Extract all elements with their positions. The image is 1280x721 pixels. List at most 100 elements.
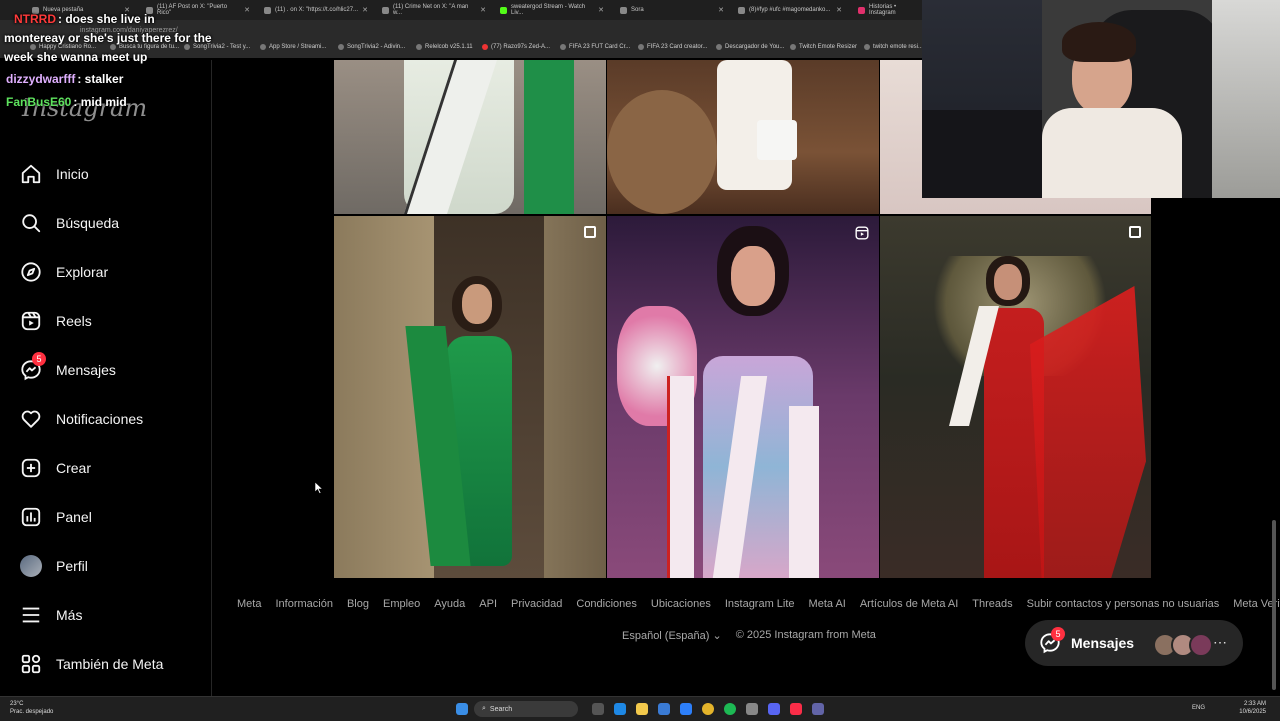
- chat-username: FanBusE60: [6, 95, 72, 109]
- language-selector[interactable]: Español (España) ⌄: [622, 629, 722, 642]
- heart-icon: [21, 410, 41, 428]
- bookmark-favicon-icon: [338, 44, 344, 50]
- bookmark[interactable]: App Store / Streami...: [260, 44, 326, 50]
- app-icon[interactable]: [746, 703, 758, 715]
- music-icon[interactable]: [790, 703, 802, 715]
- handbag-shape: [757, 120, 797, 160]
- discord-icon[interactable]: [768, 703, 780, 715]
- close-icon[interactable]: ✕: [836, 6, 842, 14]
- post-thumbnail[interactable]: [607, 216, 879, 578]
- bookmark[interactable]: Descargador de You...: [716, 44, 784, 50]
- edge-icon[interactable]: [614, 703, 626, 715]
- bookmark[interactable]: twitch emote resi...: [864, 44, 923, 50]
- mouse-cursor-icon: [315, 482, 323, 494]
- footer-link[interactable]: Meta AI: [809, 598, 846, 610]
- spotify-icon[interactable]: [724, 703, 736, 715]
- footer-link[interactable]: Ayuda: [434, 598, 465, 610]
- footer-links: Meta Información Blog Empleo Ayuda API P…: [237, 598, 1280, 610]
- footer-link[interactable]: Meta: [237, 598, 261, 610]
- footer-link[interactable]: Condiciones: [576, 598, 637, 610]
- nav-item-panel[interactable]: Panel: [20, 503, 92, 531]
- taskbar-search[interactable]: ⌕ Search: [474, 701, 578, 717]
- messages-floating-button[interactable]: 5 Mensajes ⋯: [1025, 620, 1243, 666]
- mail-icon[interactable]: [680, 703, 692, 715]
- bookmark-favicon-icon: [560, 44, 566, 50]
- avatar: [20, 555, 42, 577]
- browser-tab[interactable]: (11) . on X: "https://t.co/hlic27... ✕: [258, 2, 374, 18]
- footer-link[interactable]: Artículos de Meta AI: [860, 598, 958, 610]
- bookmark-favicon-icon: [864, 44, 870, 50]
- bookmark-favicon-icon: [416, 44, 422, 50]
- meta-apps-icon: [21, 654, 41, 674]
- browser-tab[interactable]: (11) Crime Net on X: "A man w... ✕: [376, 2, 492, 18]
- footer-link[interactable]: Empleo: [383, 598, 420, 610]
- nav-item-mensajes[interactable]: 5 Mensajes: [20, 352, 116, 384]
- weather-widget[interactable]: 23°C Prac. despejado: [10, 700, 53, 716]
- page-scrollbar[interactable]: [1272, 520, 1276, 690]
- nav-item-busqueda[interactable]: Búsqueda: [20, 209, 119, 237]
- nav-item-explorar[interactable]: Explorar: [20, 258, 108, 286]
- hair-shape: [1062, 22, 1136, 62]
- nav-item-reels[interactable]: Reels: [20, 307, 92, 335]
- messages-label: Mensajes: [1071, 635, 1135, 651]
- nav-item-inicio[interactable]: Inicio: [20, 160, 89, 188]
- chat-username: NTRRD: [14, 12, 56, 26]
- kick-logo-icon: [500, 6, 507, 14]
- nav-item-notificaciones[interactable]: Notificaciones: [20, 405, 143, 433]
- bookmark-favicon-icon: [260, 44, 266, 50]
- footer-link[interactable]: Información: [275, 598, 332, 610]
- chrome-icon[interactable]: [702, 703, 714, 715]
- chat-message: NTRRD: does she live in: [14, 12, 155, 26]
- windows-start-icon[interactable]: [456, 703, 468, 715]
- footer-link[interactable]: Threads: [972, 598, 1012, 610]
- close-icon[interactable]: ✕: [362, 6, 368, 14]
- bookmark[interactable]: Twitch Emote Resizer: [790, 44, 857, 50]
- footer-link[interactable]: API: [479, 598, 497, 610]
- close-icon[interactable]: ✕: [598, 6, 604, 14]
- system-clock[interactable]: 2:33 AM 10/6/2025: [1239, 700, 1266, 716]
- search-icon: [22, 214, 41, 233]
- close-icon[interactable]: ✕: [244, 6, 250, 14]
- file-explorer-icon[interactable]: [636, 703, 648, 715]
- browser-tab[interactable]: sweatergod Stream - Watch Liv... ✕: [494, 2, 610, 18]
- footer-link[interactable]: Subir contactos y personas no usuarias: [1027, 598, 1220, 610]
- nav-item-tambien-de-meta[interactable]: También de Meta: [20, 650, 163, 678]
- input-language[interactable]: ENG: [1192, 705, 1205, 711]
- post-thumbnail[interactable]: [334, 60, 606, 214]
- x-logo-icon: [382, 6, 389, 14]
- post-thumbnail[interactable]: [880, 216, 1151, 578]
- close-icon[interactable]: ✕: [718, 6, 724, 14]
- bookmark[interactable]: Relelcob v25.1.11: [416, 44, 473, 50]
- multiple-photos-icon: [584, 226, 596, 238]
- notification-badge: 5: [32, 352, 46, 366]
- task-view-icon[interactable]: [592, 703, 604, 715]
- browser-tab[interactable]: (8)#fyp #ufc #magomedanko... ✕: [732, 2, 848, 18]
- bookmark[interactable]: (77) Razo97s Zed-A...: [482, 44, 550, 50]
- post-thumbnail[interactable]: [334, 216, 606, 578]
- bed-shape: [922, 110, 1042, 198]
- notification-badge: 5: [1051, 627, 1065, 641]
- footer-link[interactable]: Instagram Lite: [725, 598, 795, 610]
- chart-icon: [21, 507, 41, 527]
- nav-item-mas[interactable]: Más: [20, 601, 82, 629]
- browser-tab[interactable]: Sora ✕: [614, 2, 730, 18]
- post-thumbnail[interactable]: [607, 60, 879, 214]
- footer-link[interactable]: Privacidad: [511, 598, 562, 610]
- store-icon[interactable]: [658, 703, 670, 715]
- footer-link[interactable]: Blog: [347, 598, 369, 610]
- browser-tab-active[interactable]: Historias • Instagram: [852, 2, 922, 18]
- sash-shape: [667, 376, 694, 578]
- more-icon: ⋯: [1213, 634, 1227, 650]
- nav-item-perfil[interactable]: Perfil: [20, 552, 88, 580]
- teams-icon[interactable]: [812, 703, 824, 715]
- close-icon[interactable]: ✕: [480, 6, 486, 14]
- footer-link[interactable]: Ubicaciones: [651, 598, 711, 610]
- bookmark[interactable]: FIFA 23 FUT Card Cr...: [560, 44, 630, 50]
- bookmark[interactable]: FIFA 23 Card creator...: [638, 44, 707, 50]
- bookmark[interactable]: SongTrivia2 - Adivin...: [338, 44, 405, 50]
- chevron-down-icon: ⌄: [712, 630, 722, 642]
- browser-tab[interactable]: (11) AF Post on X: "Puerto Rico" ✕: [140, 2, 256, 18]
- face-shape: [462, 284, 492, 324]
- nav-item-crear[interactable]: Crear: [20, 454, 91, 482]
- webcam-overlay: [922, 0, 1280, 198]
